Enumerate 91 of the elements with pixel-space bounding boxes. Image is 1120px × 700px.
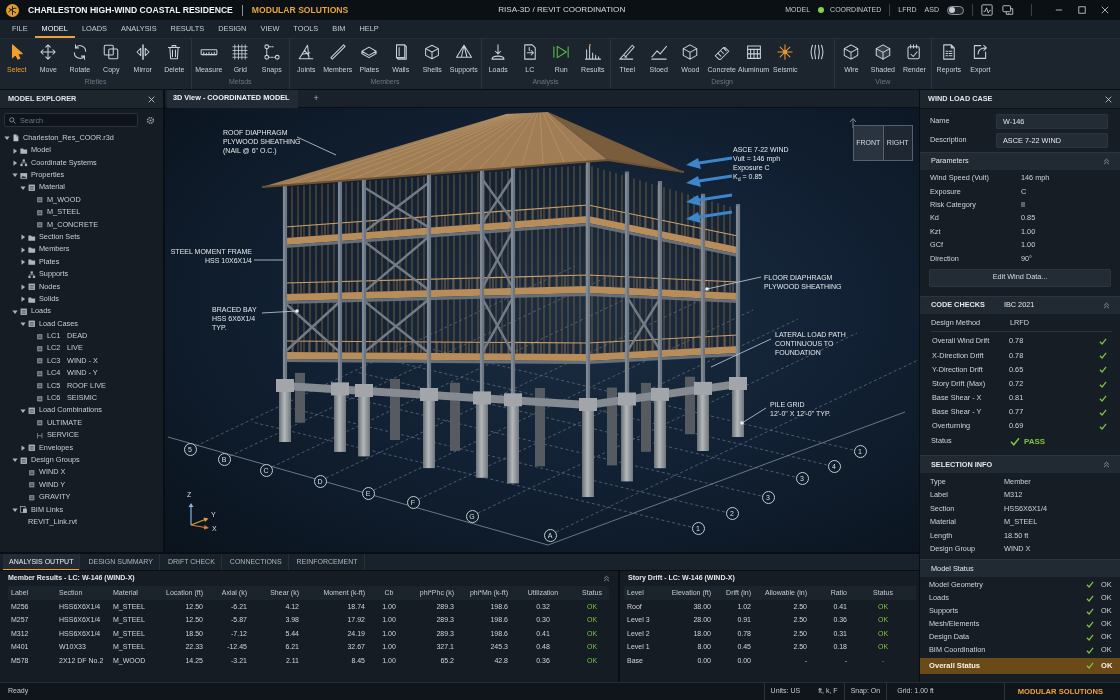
caret-icon[interactable] [20,246,26,253]
search-icon [9,116,16,124]
box-icon [423,43,442,61]
app-title: RISA-3D / REVIT COORDINATION [498,5,626,15]
caret-icon[interactable] [20,296,26,303]
double-chevron-icon[interactable] [603,575,610,582]
cube-icon [681,43,700,61]
list-item-icon [36,196,44,204]
status-dot-icon [818,7,825,13]
leader-line [261,309,299,314]
starburst-icon [776,43,795,61]
list-item-icon [36,345,44,353]
close-icon[interactable] [148,95,155,103]
caret-icon[interactable] [20,234,26,241]
grid-box-icon [744,43,763,61]
linked-pages-icon [20,506,28,514]
truss-icon [297,43,316,61]
add-tab-button[interactable]: + [307,94,325,103]
caret-icon[interactable] [20,184,26,191]
list-item-icon [28,469,36,477]
folder-icon [28,295,36,303]
beam-icon [328,43,347,61]
caret-icon[interactable] [4,135,10,142]
list-item-icon [36,221,44,229]
close-icon[interactable] [1105,95,1112,103]
caret-icon[interactable] [20,283,26,290]
export-icon [971,43,990,61]
axis-triad-icon [188,503,209,530]
chart-icon[interactable] [981,4,993,16]
caret-icon[interactable] [12,172,18,179]
asd-toggle-switch[interactable] [947,5,964,15]
double-chevron-icon[interactable] [1103,461,1110,469]
bar-chart-icon [583,43,602,61]
shaded-cube-icon [873,43,892,61]
caret-icon[interactable] [20,444,26,451]
minimize-icon[interactable] [1055,6,1063,14]
table-icon [28,444,36,452]
project-title: CHARLESTON HIGH-WIND COASTAL RESIDENCE [28,4,233,16]
app-logo-icon [6,3,19,17]
list-item-icon [36,419,44,427]
list-item-icon [28,493,36,502]
grid-icon [231,43,250,61]
list-item-icon [36,332,44,341]
caret-icon[interactable] [12,506,18,513]
hierarchy-icon [20,159,28,167]
play-icon [552,43,571,61]
table-icon [28,283,36,291]
leader-line [705,276,762,291]
table-icon [20,307,28,316]
list-item-icon [36,369,44,378]
screen-share-icon[interactable] [1002,4,1014,16]
hierarchy-icon [28,270,36,279]
caret-icon[interactable] [12,457,18,464]
document-icon [12,134,20,142]
wireframe-cube-icon [842,43,861,61]
company-name: MODULAR SOLUTIONS [251,4,349,16]
snap-nodes-icon [262,43,281,61]
double-chevron-icon[interactable] [1103,158,1110,165]
table-icon [28,184,36,192]
close-icon[interactable] [1101,6,1109,14]
caret-icon[interactable] [12,147,18,154]
table-icon [28,407,36,415]
folder-icon [20,146,28,155]
caret-icon[interactable] [20,407,26,414]
move-arrows-icon [39,43,58,61]
caret-icon[interactable] [12,308,18,315]
double-chevron-icon[interactable] [1103,301,1110,309]
image-icon [20,171,28,180]
leader-line [710,338,772,368]
list-item-icon [28,481,36,489]
settings-icon[interactable] [146,115,155,125]
table-icon [28,320,36,328]
up-arrow-icon[interactable] [849,118,857,129]
caret-icon[interactable] [20,259,26,266]
list-item-icon [36,382,44,390]
load-arrow-icon [489,43,508,61]
caret-icon[interactable] [12,159,18,166]
caret-icon[interactable] [20,321,26,328]
maximize-icon[interactable] [1078,6,1086,14]
list-item-icon [36,394,44,403]
status-value: PASS [1024,436,1046,447]
leader-line [253,259,284,261]
list-item-icon [36,208,44,217]
copy-icon [102,43,121,61]
line-chart-icon [649,43,668,61]
bracket-icon [36,431,44,440]
leader-line [740,407,767,425]
pyramid-icon [454,43,473,61]
curved-lines-icon [807,43,826,61]
table-icon [20,456,28,465]
list-item-icon [36,357,44,365]
